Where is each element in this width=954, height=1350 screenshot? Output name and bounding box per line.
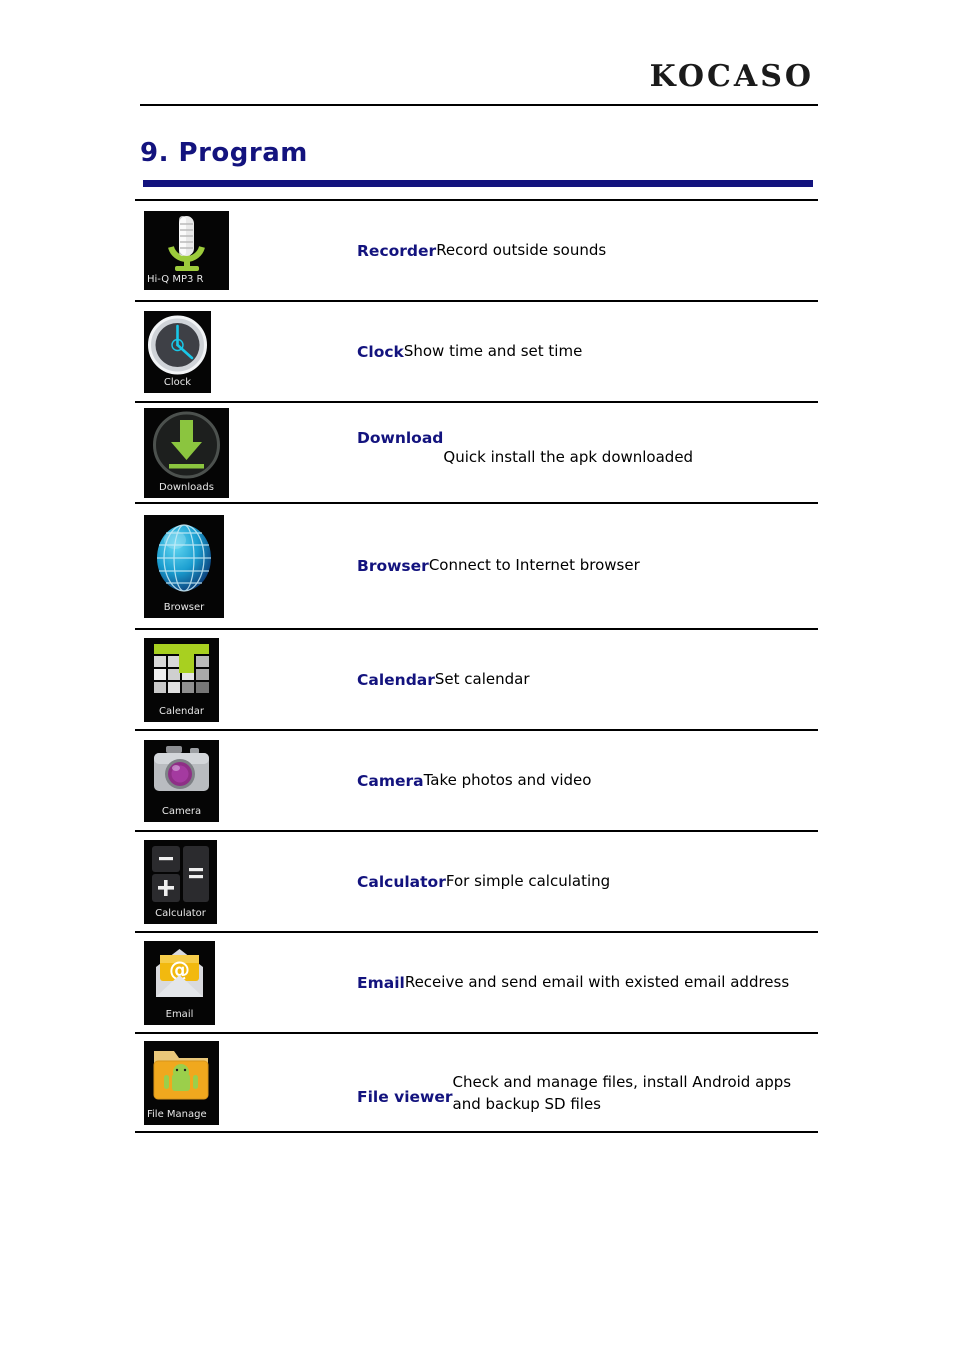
description-text: Quick install the apk downloaded (443, 448, 694, 466)
description-text: Show time and set time (403, 341, 583, 360)
table-row: Camera Camera Take photos and video (135, 729, 818, 830)
icon-caption: Downloads (159, 481, 214, 493)
description-text: Record outside sounds (436, 240, 607, 259)
download-icon: Downloads (144, 407, 229, 498)
table-cell-description: Record outside sounds (436, 201, 818, 300)
table-row: File Manage File viewer Check and manage… (135, 1032, 818, 1133)
email-icon: @ Email (144, 940, 215, 1025)
table-row: Calendar Calendar Set calendar (135, 628, 818, 729)
table-cell-description: Set calendar (435, 630, 818, 729)
table-cell-description: For simple calculating (446, 832, 818, 931)
icon-caption: Browser (163, 601, 205, 613)
icon-caption: Camera (161, 805, 202, 817)
table-cell-icon: Clock (135, 302, 235, 401)
document-page: KOCASO 9. Program Hi-Q MP3 R Recorder Re… (0, 0, 954, 1350)
table-row: Downloads Download Quick install the apk… (135, 401, 818, 502)
table-cell-app-name: Camera (357, 771, 424, 790)
table-cell-description: Receive and send email with existed emai… (405, 933, 818, 1032)
description-text: Connect to Internet browser (428, 556, 640, 575)
table-row: Browser Browser Connect to Internet brow… (135, 502, 818, 628)
table-cell-icon: File Manage (135, 1034, 235, 1131)
table-cell-app-name: Calendar (357, 670, 435, 689)
description-text: Check and manage files, install Android … (452, 1073, 792, 1113)
table-cell-icon: Browser (135, 504, 235, 628)
header-divider (140, 104, 818, 106)
page-header: KOCASO (140, 58, 818, 106)
calculator-icon: Calculator (144, 839, 217, 924)
table-cell-icon: Calendar (135, 630, 235, 729)
table-cell-app-name: Clock (357, 342, 404, 361)
table-cell-description: Connect to Internet browser (429, 504, 818, 628)
table-cell-icon: @ Email (135, 933, 235, 1032)
icon-caption: Calendar (159, 705, 204, 717)
description-text: For simple calculating (445, 871, 611, 890)
table-cell-icon: Camera (135, 731, 235, 830)
browser-icon: Browser (144, 514, 224, 618)
camera-icon: Camera (144, 739, 219, 822)
table-cell-app-name: Email (357, 973, 405, 992)
icon-caption: Hi-Q MP3 R (147, 274, 204, 285)
table-cell-icon: Hi-Q MP3 R (135, 201, 235, 300)
program-table: Hi-Q MP3 R Recorder Record outside sound… (135, 199, 818, 1133)
title-underline-bar (143, 180, 813, 187)
calendar-icon: Calendar (144, 637, 219, 722)
icon-caption: Calculator (155, 907, 206, 919)
icon-caption: Clock (163, 376, 192, 388)
table-row: @ Email Email Receive and send email wit… (135, 931, 818, 1032)
table-row: Hi-Q MP3 R Recorder Record outside sound… (135, 199, 818, 300)
icon-caption: File Manage (147, 1108, 207, 1120)
table-cell-description: Check and manage files, install Android … (453, 1034, 818, 1131)
table-cell-description: Show time and set time (404, 302, 818, 401)
table-cell-description: Quick install the apk downloaded (443, 403, 818, 502)
table-cell-icon: Calculator (135, 832, 235, 931)
icon-caption: Email (165, 1008, 194, 1020)
table-cell-icon: Downloads (135, 403, 235, 502)
table-cell-app-name: Download (357, 429, 444, 447)
table-cell-app-name: File viewer (357, 1088, 453, 1106)
table-row: Calculator Calculator For simple calcula… (135, 830, 818, 931)
table-cell-app-name: Recorder (357, 241, 437, 260)
brand-logo: KOCASO (649, 59, 814, 94)
table-cell-app-name: Calculator (357, 872, 446, 891)
description-text: Set calendar (434, 669, 530, 688)
table-cell-app-name: Browser (357, 557, 429, 575)
description-text: Take photos and video (423, 770, 592, 789)
description-text: Receive and send email with existed emai… (404, 972, 790, 991)
table-row: Clock Clock Show time and set time (135, 300, 818, 401)
page-title: 9. Program (140, 138, 308, 168)
clock-icon: Clock (144, 310, 211, 393)
file-manager-icon: File Manage (144, 1040, 219, 1125)
recorder-icon: Hi-Q MP3 R (144, 211, 229, 290)
table-cell-description: Take photos and video (424, 731, 818, 830)
